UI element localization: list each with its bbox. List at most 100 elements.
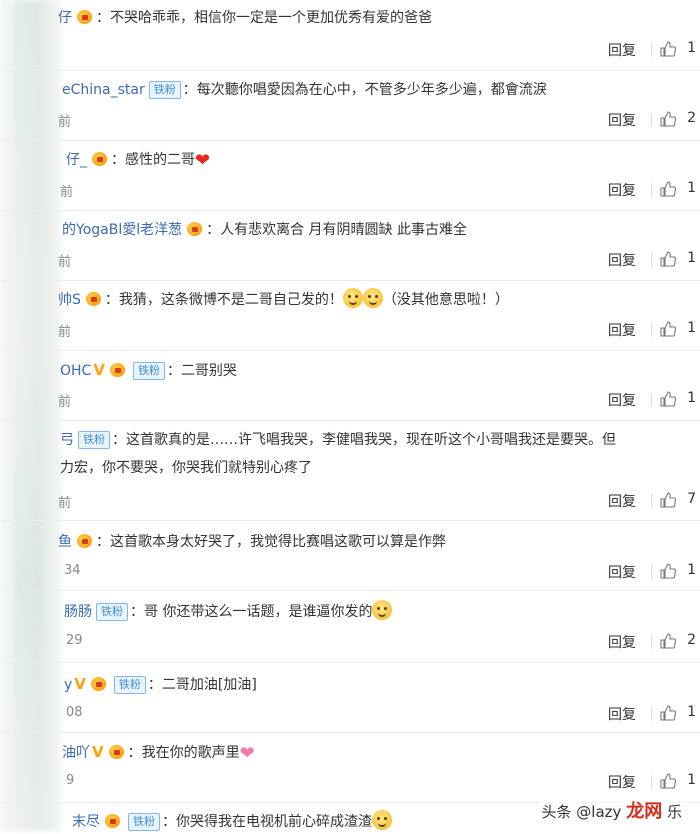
- thumbs-up-icon[interactable]: [660, 492, 676, 508]
- watermark-logo: 龙网: [626, 801, 663, 822]
- comment-username[interactable]: 油吖: [62, 745, 90, 761]
- comment-username[interactable]: OHC: [60, 363, 91, 379]
- comment-text: 你哭得我在电视机前心碎成渣渣: [176, 814, 372, 830]
- tiefen-badge: 铁粉: [128, 813, 160, 831]
- reply-button[interactable]: 回复: [608, 180, 636, 200]
- comment-username[interactable]: y: [64, 677, 72, 693]
- thumbs-up-icon[interactable]: [660, 321, 676, 337]
- fan-badge-icon: [103, 813, 123, 829]
- reply-button[interactable]: 回复: [608, 632, 636, 652]
- red-heart-icon: ❤: [195, 150, 211, 171]
- tiefen-badge: 铁粉: [132, 362, 165, 380]
- comment-time: 34: [64, 563, 81, 578]
- reply-button[interactable]: 回复: [608, 110, 636, 130]
- comment-time: 29: [66, 633, 83, 648]
- comment-username[interactable]: 的YogaBl愛l老洋葱: [62, 222, 182, 238]
- thumbs-up-icon[interactable]: [660, 391, 676, 407]
- comment-text: 我猜，这条微博不是二哥自己发的！: [118, 292, 343, 308]
- reply-button[interactable]: 回复: [608, 562, 636, 582]
- comment-username[interactable]: 鱼: [58, 534, 72, 550]
- tiefen-badge: 铁粉: [148, 81, 181, 99]
- comment-username[interactable]: eChina_star: [62, 82, 145, 98]
- divider: [651, 775, 652, 789]
- reply-button[interactable]: 回复: [608, 390, 636, 410]
- divider: [651, 635, 652, 649]
- comment-text: 感性的二哥: [125, 152, 195, 168]
- like-count: 2: [687, 632, 696, 648]
- like-count: 1: [687, 180, 696, 196]
- verified-v-badge: V: [93, 361, 105, 379]
- verified-v-badge: V: [74, 675, 86, 693]
- comment-body: 肠肠 铁粉 ：哥 你还带这么一话题，是谁逼你发的: [64, 600, 692, 624]
- comment-text-continued: 力宏，你不要哭，你哭我们就特别心疼了: [60, 460, 312, 476]
- like-count: 2: [687, 110, 696, 126]
- verified-v-badge: V: [92, 743, 104, 761]
- comment-item: OHC V 铁粉 ：二哥别哭 前 回复 1: [0, 350, 700, 421]
- comment-username[interactable]: 仔: [58, 10, 72, 26]
- thumbs-up-icon[interactable]: [660, 181, 676, 197]
- smile-emoji-icon: [362, 288, 383, 308]
- fan-badge-icon: [89, 676, 109, 692]
- comment-username[interactable]: 仔_: [66, 152, 87, 168]
- like-count: 1: [687, 772, 696, 788]
- reply-button[interactable]: 回复: [608, 250, 636, 270]
- reply-button[interactable]: 回复: [608, 704, 636, 724]
- like-count: 1: [687, 704, 696, 720]
- divider: [651, 565, 652, 579]
- comment-username[interactable]: 帅S: [58, 292, 81, 308]
- comment-time: 08: [66, 705, 83, 720]
- like-count: 7: [687, 491, 696, 507]
- comment-time: 前: [58, 115, 72, 130]
- watermark-suffix: 乐: [666, 803, 682, 821]
- thumbs-up-icon[interactable]: [660, 705, 676, 721]
- tiefen-badge: 铁粉: [78, 431, 110, 449]
- comment-body: 仔_ ：感性的二哥❤: [66, 150, 211, 171]
- comment-item: 仔：不哭哈乖乖，相信你一定是一个更加优秀有爱的爸爸 回复 1: [0, 0, 700, 71]
- tiefen-badge: 铁粉: [96, 603, 128, 621]
- divider: [651, 707, 652, 721]
- comment-text: 我在你的歌声里: [141, 745, 240, 761]
- tiefen-badge: 铁粉: [113, 676, 146, 694]
- comment-body: eChina_star 铁粉 ：每次聽你唱愛因為在心中，不管多少年多少遍，都會流淚: [62, 81, 547, 99]
- comment-body: 的YogaBl愛l老洋葱 ：人有悲欢离合 月有阴晴圆缺 此事古难全: [62, 221, 468, 238]
- divider: [651, 323, 652, 337]
- thumbs-up-icon[interactable]: [660, 111, 676, 127]
- smile-emoji-icon: [342, 288, 363, 308]
- fan-badge-icon: [108, 362, 128, 378]
- crying-emoji-icon: [372, 810, 392, 830]
- thumbs-up-icon[interactable]: [660, 563, 676, 579]
- reply-button[interactable]: 回复: [608, 772, 636, 792]
- watermark-prefix: 头条: [541, 803, 572, 821]
- like-count: 1: [687, 390, 696, 406]
- thumbs-up-icon[interactable]: [660, 41, 676, 57]
- comment-body: OHC V 铁粉 ：二哥别哭: [60, 358, 692, 383]
- comment-text: 这首歌本身太好哭了，我觉得比赛唱这歌可以算是作弊: [110, 534, 446, 550]
- reply-button[interactable]: 回复: [608, 40, 636, 60]
- fan-badge-icon: [90, 151, 110, 167]
- comment-item: 的YogaBl愛l老洋葱 ：人有悲欢离合 月有阴晴圆缺 此事古难全 前 回复 1: [0, 210, 700, 281]
- divider: [651, 253, 652, 267]
- comment-item: 弓铁粉 ：这首歌真的是……许飞唱我哭，李健唱我哭，现在听这个小哥唱我还是要哭。但力…: [0, 420, 700, 521]
- divider: [651, 183, 652, 197]
- comment-text: 哥 你还带这么一话题，是谁逼你发的: [144, 604, 373, 620]
- reply-button[interactable]: 回复: [608, 491, 636, 511]
- comment-username[interactable]: 末尽: [72, 814, 100, 830]
- watermark-handle: @lazy: [576, 803, 622, 821]
- comment-text: 二哥别哭: [180, 363, 237, 379]
- divider: [651, 393, 652, 407]
- thumbs-up-icon[interactable]: [660, 773, 676, 789]
- fan-badge-icon: [185, 221, 205, 237]
- comment-item: 油吖 V ：我在你的歌声里❤ 9 回复 1: [0, 732, 700, 803]
- like-count: 1: [687, 40, 696, 56]
- comment-item: y V 铁粉 ：二哥加油[加油] 08 回复 1: [0, 662, 700, 733]
- thumbs-up-icon[interactable]: [660, 251, 676, 267]
- fan-badge-icon: [75, 9, 95, 25]
- comment-body: 鱼：这首歌本身太好哭了，我觉得比赛唱这歌可以算是作弊: [58, 534, 446, 550]
- reply-button[interactable]: 回复: [608, 320, 636, 340]
- comment-username[interactable]: 弓: [60, 432, 74, 448]
- comment-username[interactable]: 肠肠: [64, 604, 92, 620]
- pink-heart-icon: ❤: [239, 743, 255, 764]
- comment-time: 前: [58, 395, 72, 410]
- thumbs-up-icon[interactable]: [660, 633, 676, 649]
- comment-text: 二哥加油[加油]: [161, 677, 257, 693]
